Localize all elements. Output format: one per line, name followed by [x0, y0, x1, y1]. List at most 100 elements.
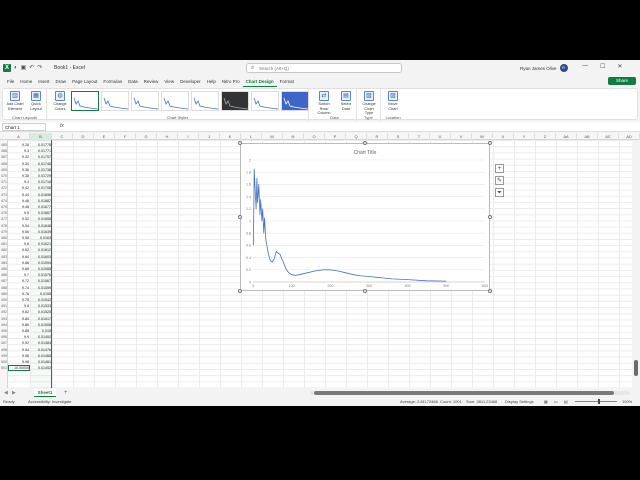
resize-handle-t[interactable] [363, 141, 367, 145]
column-header-ab[interactable]: AB [577, 133, 598, 140]
resize-handle-bl[interactable] [238, 289, 242, 293]
resize-handle-tr[interactable] [488, 141, 492, 145]
chart-style-4[interactable] [161, 91, 189, 111]
zoom-level[interactable]: 100% [622, 399, 632, 404]
tab-page-layout[interactable]: Page Layout [69, 77, 100, 87]
column-header-c[interactable]: C [52, 133, 73, 140]
column-header-l[interactable]: L [241, 133, 262, 140]
column-header-t[interactable]: T [409, 133, 430, 140]
chart-style-3[interactable] [131, 91, 159, 111]
user-area[interactable]: Ryan James Olive R [520, 64, 568, 72]
minimize-icon[interactable]: — [582, 63, 588, 70]
move-chart-button[interactable]: ▨ Move Chart [384, 91, 402, 111]
tab-insert[interactable]: Insert [35, 77, 52, 87]
chart-style-2[interactable] [101, 91, 129, 111]
chart-style-7[interactable] [251, 91, 279, 111]
column-header-u[interactable]: U [430, 133, 451, 140]
cell-a[interactable]: 10.00000 [8, 365, 30, 371]
page-layout-view-icon[interactable]: ▭ [554, 399, 558, 404]
column-header-m[interactable]: M [262, 133, 283, 140]
display-settings[interactable]: Display Settings [505, 399, 534, 404]
autosave-icon[interactable]: ◐ [14, 64, 18, 72]
normal-view-icon[interactable]: ▦ [544, 399, 548, 404]
tab-developer[interactable]: Developer [177, 77, 204, 87]
tab-file[interactable]: File [4, 77, 17, 87]
sheet-nav-left-icon[interactable]: ◀ [4, 389, 8, 397]
resize-handle-tl[interactable] [238, 141, 242, 145]
column-header-g[interactable]: G [136, 133, 157, 140]
column-header-o[interactable]: O [304, 133, 325, 140]
quick-layout-button[interactable]: ▦ Quick Layout [27, 91, 45, 111]
resize-handle-b[interactable] [363, 289, 367, 293]
vertical-scrollbar[interactable] [632, 140, 640, 388]
sheet-tab-sheet1[interactable]: Sheet1 [34, 389, 56, 397]
page-break-view-icon[interactable]: ▤ [564, 399, 568, 404]
column-header-v[interactable]: V [451, 133, 472, 140]
add-sheet-button[interactable]: + [64, 389, 68, 397]
tab-review[interactable]: Review [141, 77, 162, 87]
zoom-slider[interactable] [575, 401, 617, 402]
tab-draw[interactable]: Draw [53, 77, 70, 87]
save-icon[interactable]: ▣ [21, 64, 27, 72]
name-box[interactable]: Chart 1 [2, 123, 46, 131]
column-header-a[interactable]: A [8, 133, 30, 140]
tab-nitro-pro[interactable]: Nitro Pro [219, 77, 243, 87]
chart-style-6[interactable] [221, 91, 249, 111]
resize-handle-br[interactable] [488, 289, 492, 293]
column-header-h[interactable]: H [157, 133, 178, 140]
resize-handle-l[interactable] [238, 215, 242, 219]
row-number[interactable]: 501 [0, 365, 8, 371]
column-header-i[interactable]: I [178, 133, 199, 140]
tab-data[interactable]: Data [125, 77, 141, 87]
avatar[interactable]: R [559, 64, 568, 72]
change-colors-button[interactable]: ◍ Change Colors [51, 91, 69, 111]
tab-chart-design[interactable]: Chart Design [242, 77, 277, 87]
column-header-b[interactable]: B [30, 133, 52, 140]
resize-handle-r[interactable] [488, 215, 492, 219]
add-chart-element-button[interactable]: ▥ Add Chart Element [6, 91, 24, 111]
chart-style-8[interactable] [281, 91, 309, 111]
column-header-p[interactable]: P [325, 133, 346, 140]
column-header-j[interactable]: J [199, 133, 220, 140]
tab-format[interactable]: Format [277, 77, 297, 87]
column-header-w[interactable]: W [472, 133, 493, 140]
vertical-scroll-thumb[interactable] [634, 360, 638, 376]
column-header-ad[interactable]: AD [619, 133, 640, 140]
column-header-x[interactable]: X [493, 133, 514, 140]
sheet-nav-right-icon[interactable]: ▶ [12, 389, 16, 397]
column-header-y[interactable]: Y [514, 133, 535, 140]
maximize-icon[interactable]: ☐ [600, 63, 605, 70]
column-header-e[interactable]: E [94, 133, 115, 140]
switch-row-column-button[interactable]: ⇄ Switch Row/ Column [315, 91, 333, 116]
redo-icon[interactable]: ↷ [37, 64, 42, 72]
undo-icon[interactable]: ↶ [29, 64, 34, 72]
column-header-aa[interactable]: AA [556, 133, 577, 140]
horizontal-scrollbar[interactable] [310, 391, 630, 395]
tab-view[interactable]: View [161, 77, 177, 87]
chart-style-1[interactable] [71, 91, 99, 111]
chart-style-5[interactable] [191, 91, 219, 111]
column-header-ac[interactable]: AC [598, 133, 619, 140]
accessibility-status[interactable]: Accessibility: Investigate [28, 399, 71, 404]
column-header-z[interactable]: Z [535, 133, 556, 140]
chart-elements-plus-icon[interactable]: + [495, 164, 504, 173]
cell-b[interactable]: 0.01452 [30, 365, 52, 371]
column-header-q[interactable]: Q [346, 133, 367, 140]
tab-help[interactable]: Help [204, 77, 219, 87]
column-header-r[interactable]: R [367, 133, 388, 140]
chart-styles-brush-icon[interactable]: ✎ [495, 176, 504, 185]
tab-home[interactable]: Home [17, 77, 35, 87]
change-chart-type-button[interactable]: ▧ Change Chart Type [360, 91, 378, 116]
column-header-k[interactable]: K [220, 133, 241, 140]
fx-icon[interactable]: fx [60, 123, 64, 129]
close-icon[interactable]: ✕ [617, 63, 622, 70]
search-box[interactable]: ⌕ [246, 63, 402, 73]
column-header-d[interactable]: D [73, 133, 94, 140]
share-button[interactable]: Share [608, 77, 636, 85]
chart-filter-icon[interactable]: ⏷ [495, 188, 504, 197]
select-data-button[interactable]: ▤ Select Data [337, 91, 355, 111]
zoom-slider-knob[interactable] [598, 399, 600, 404]
search-input[interactable] [259, 65, 399, 72]
column-header-f[interactable]: F [115, 133, 136, 140]
chart[interactable]: Chart Title 0 0.2 0.4 0.6 0.8 1 1.2 1.4 1.6 1.8 2 0… [240, 143, 490, 291]
